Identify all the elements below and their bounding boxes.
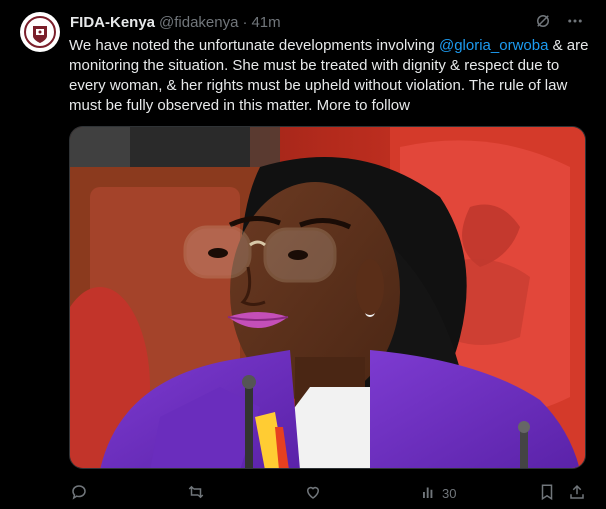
user-handle[interactable]: @fidakenya [159,14,238,31]
share-icon [568,483,586,504]
more-icon[interactable] [564,10,586,32]
display-name[interactable]: FIDA-Kenya [70,14,155,31]
tweet-text-part: We have noted the unfortunate developmen… [69,37,439,54]
reply-button[interactable] [70,481,88,505]
views-button[interactable]: 30 [420,481,456,505]
retweet-icon [187,483,205,504]
like-icon [304,483,322,504]
views-count: 30 [442,485,457,501]
tweet-actions: 30 [62,481,590,505]
separator-dot: · [242,13,248,31]
tweet-card[interactable]: FIDA-Kenya @fidakenya · 41m We have note… [0,0,606,509]
tweet-header: FIDA-Kenya @fidakenya · 41m [70,12,586,32]
retweet-button[interactable] [187,481,205,505]
share-button[interactable] [568,481,586,505]
like-button[interactable] [304,481,322,505]
grok-icon[interactable] [532,10,554,32]
tweet-photo[interactable] [69,126,586,469]
fida-logo-icon[interactable] [20,12,60,52]
bookmark-button[interactable] [538,481,556,505]
reply-icon [70,483,88,504]
header-actions [532,10,586,32]
bookmark-icon [538,483,556,504]
timestamp[interactable]: 41m [251,14,280,31]
views-icon [420,483,438,504]
tweet-text: We have noted the unfortunate developmen… [69,36,589,116]
mention-link[interactable]: @gloria_orwoba [439,37,548,54]
